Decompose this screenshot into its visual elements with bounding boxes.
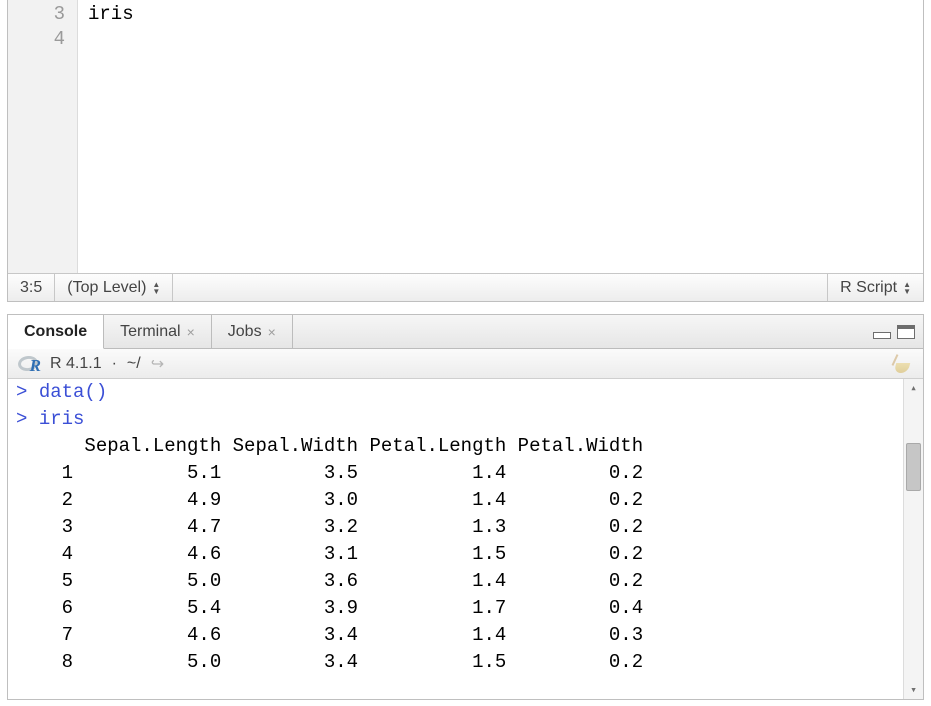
cursor-position: 3:5 [8, 274, 55, 301]
console-pane: Console Terminal × Jobs × R R 4.1.1 · ~/… [7, 314, 924, 700]
code-line: iris [88, 3, 134, 25]
scope-label: (Top Level) [67, 279, 146, 297]
working-directory[interactable]: ~/ [127, 355, 141, 373]
filetype-selector[interactable]: R Script ▲▼ [827, 274, 923, 301]
scope-selector[interactable]: (Top Level) ▲▼ [55, 274, 173, 301]
scrollbar-track[interactable] [904, 397, 923, 681]
editor-textarea[interactable]: iris [78, 0, 923, 273]
close-icon[interactable]: × [268, 324, 276, 340]
line-number: 3 [8, 2, 65, 27]
vertical-scrollbar[interactable]: ▴ ▾ [903, 379, 923, 699]
clear-console-broom-icon[interactable] [891, 354, 913, 374]
tab-label: Jobs [228, 323, 262, 341]
line-number: 4 [8, 27, 65, 52]
scroll-down-icon[interactable]: ▾ [904, 681, 923, 699]
tab-strip: Console Terminal × Jobs × [8, 315, 923, 349]
source-editor-pane: 3 4 iris 3:5 (Top Level) ▲▼ R Script ▲▼ [7, 0, 924, 302]
editor-status-bar: 3:5 (Top Level) ▲▼ R Script ▲▼ [8, 273, 923, 301]
editor-body: 3 4 iris [8, 0, 923, 273]
minimize-pane-icon[interactable] [873, 325, 891, 339]
console-output[interactable]: > data() > iris Sepal.Length Sepal.Width… [8, 379, 903, 699]
scrollbar-thumb[interactable] [906, 443, 921, 491]
console-body-wrap: > data() > iris Sepal.Length Sepal.Width… [8, 379, 923, 699]
tab-label: Terminal [120, 323, 180, 341]
r-logo-icon: R [18, 354, 40, 374]
pane-window-controls [873, 315, 923, 348]
cursor-position-text: 3:5 [20, 279, 42, 297]
editor-gutter: 3 4 [8, 0, 78, 273]
tab-jobs[interactable]: Jobs × [212, 315, 293, 348]
console-subbar: R R 4.1.1 · ~/ ↪ [8, 349, 923, 379]
tab-terminal[interactable]: Terminal × [104, 315, 212, 348]
close-icon[interactable]: × [187, 324, 195, 340]
tab-label: Console [24, 323, 87, 341]
maximize-pane-icon[interactable] [897, 325, 915, 339]
filetype-label: R Script [840, 279, 897, 297]
tab-console[interactable]: Console [8, 315, 104, 349]
r-version: R 4.1.1 [50, 355, 102, 373]
updown-icon: ▲▼ [152, 281, 160, 295]
updown-icon: ▲▼ [903, 281, 911, 295]
scroll-up-icon[interactable]: ▴ [904, 379, 923, 397]
open-folder-arrow-icon[interactable]: ↪ [151, 354, 164, 374]
separator-dot: · [112, 355, 117, 373]
